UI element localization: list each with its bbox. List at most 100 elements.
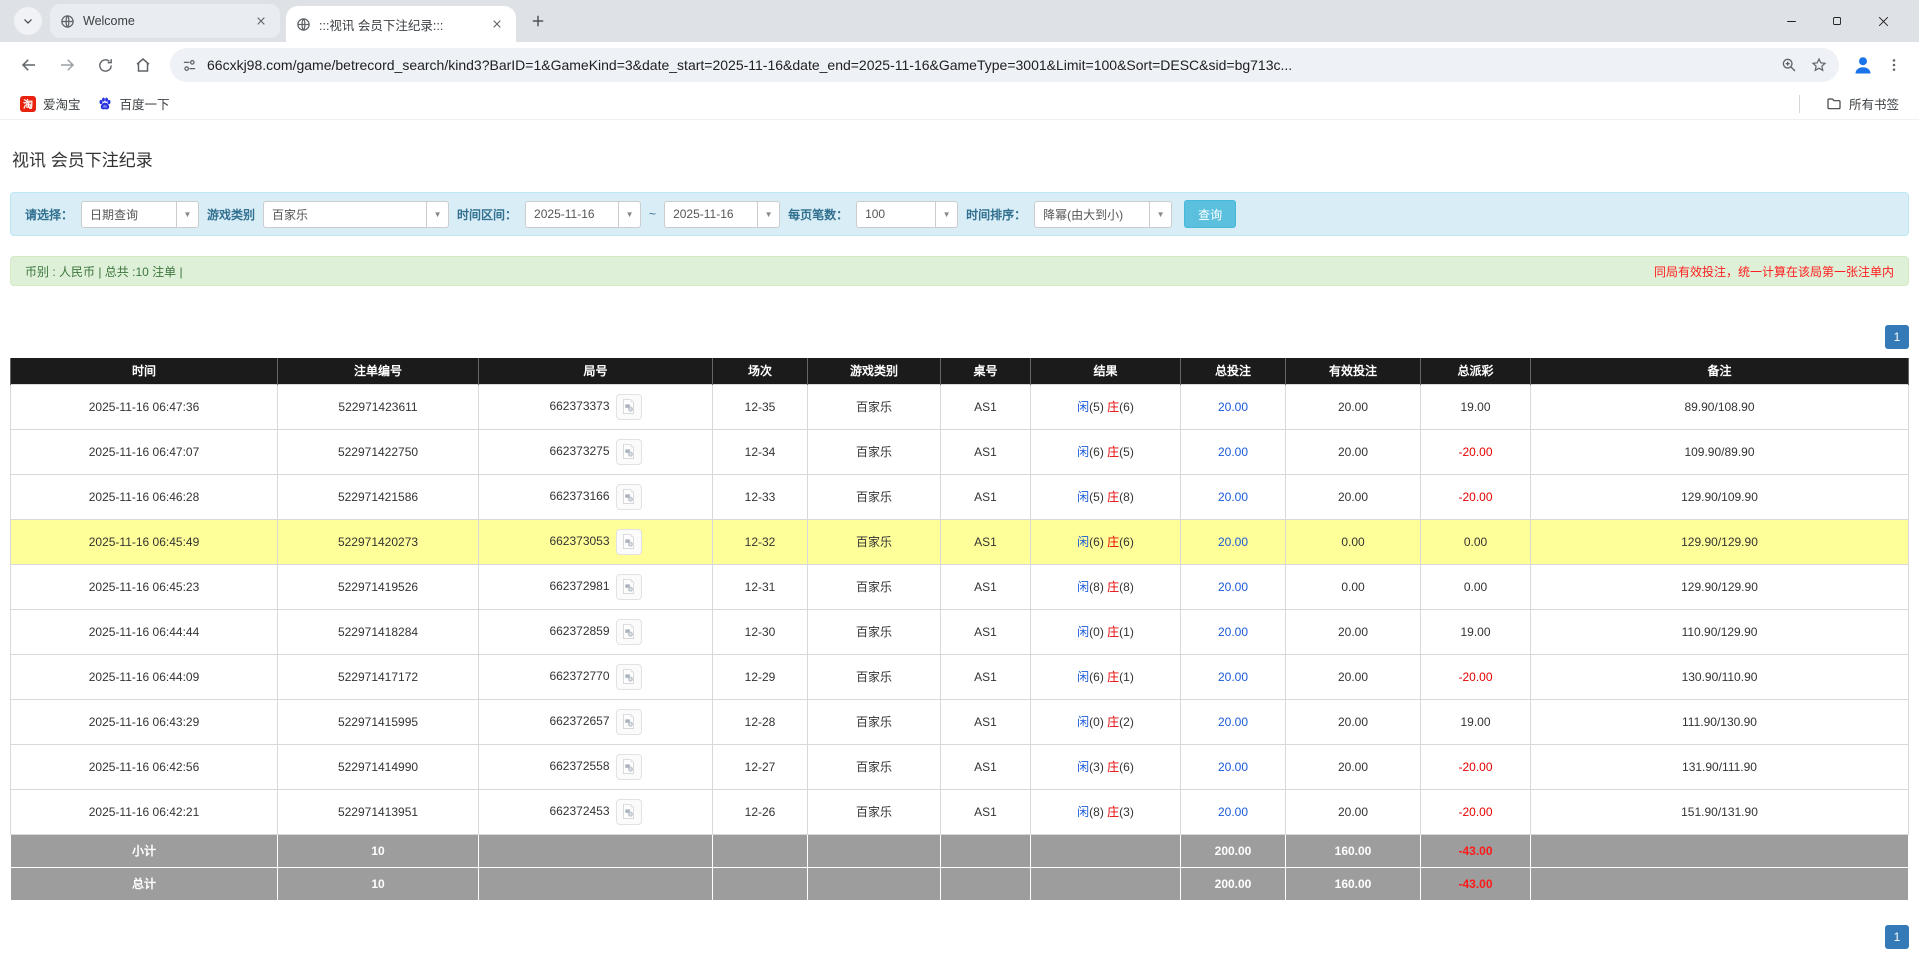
cell-payout: 19.00 <box>1421 384 1531 429</box>
cell-table-no: AS1 <box>941 429 1031 474</box>
browser-menu-button[interactable] <box>1879 50 1909 80</box>
close-window-button[interactable] <box>1869 7 1897 35</box>
cell-table-no: AS1 <box>941 384 1031 429</box>
zoom-icon[interactable] <box>1781 57 1797 73</box>
profile-avatar[interactable] <box>1847 49 1879 81</box>
total-count: 10 <box>278 867 479 900</box>
bookmark-aitaobao[interactable]: 淘 爱淘宝 <box>12 90 89 117</box>
date-end-select[interactable]: 2025-11-16 ▼ <box>664 201 780 228</box>
tab-close-icon[interactable] <box>488 15 506 33</box>
pagination-page-1-top[interactable]: 1 <box>1885 325 1909 349</box>
table-row[interactable]: 2025-11-16 06:47:36522971423611662373373… <box>11 384 1909 429</box>
cell-total-bet[interactable]: 20.00 <box>1181 384 1286 429</box>
table-row[interactable]: 2025-11-16 06:47:07522971422750662373275… <box>11 429 1909 474</box>
pagination-page-1-bottom[interactable]: 1 <box>1885 925 1909 949</box>
date-start-select[interactable]: 2025-11-16 ▼ <box>525 201 641 228</box>
video-replay-icon[interactable] <box>616 574 642 600</box>
cell-total-bet[interactable]: 20.00 <box>1181 789 1286 834</box>
cell-payout: 0.00 <box>1421 564 1531 609</box>
cell-note: 131.90/111.90 <box>1531 744 1909 789</box>
column-header: 总投注 <box>1181 358 1286 384</box>
cell-total-bet[interactable]: 20.00 <box>1181 519 1286 564</box>
column-header: 桌号 <box>941 358 1031 384</box>
table-row[interactable]: 2025-11-16 06:46:28522971421586662373166… <box>11 474 1909 519</box>
chevron-down-icon: ▼ <box>1149 202 1171 227</box>
cell-round-id: 662372657 <box>479 699 713 744</box>
video-replay-icon[interactable] <box>616 529 642 555</box>
video-replay-icon[interactable] <box>616 799 642 825</box>
bookmark-star-icon[interactable] <box>1811 57 1827 73</box>
table-row[interactable]: 2025-11-16 06:45:49522971420273662373053… <box>11 519 1909 564</box>
cell-result: 闲(0) 庄(1) <box>1031 609 1181 654</box>
all-bookmarks-button[interactable]: 所有书签 <box>1818 90 1907 117</box>
table-row[interactable]: 2025-11-16 06:45:23522971419526662372981… <box>11 564 1909 609</box>
game-type-select[interactable]: 百家乐 ▼ <box>263 201 449 228</box>
tab-close-icon[interactable] <box>252 12 270 30</box>
forward-button[interactable] <box>51 49 83 81</box>
video-replay-icon[interactable] <box>616 619 642 645</box>
bookmarks-bar: 淘 爱淘宝 du 百度一下 所有书签 <box>0 88 1919 120</box>
cell-round-id: 662372453 <box>479 789 713 834</box>
cell-total-bet[interactable]: 20.00 <box>1181 654 1286 699</box>
total-bet-sum: 200.00 <box>1181 834 1286 867</box>
cell-table-no: AS1 <box>941 744 1031 789</box>
minimize-button[interactable] <box>1777 7 1805 35</box>
tilde-separator: ~ <box>649 207 656 221</box>
table-row[interactable]: 2025-11-16 06:43:29522971415995662372657… <box>11 699 1909 744</box>
home-button[interactable] <box>127 49 159 81</box>
select-type-label: 请选择： <box>25 206 73 223</box>
globe-favicon-icon <box>60 14 75 29</box>
cell-session: 12-29 <box>713 654 808 699</box>
cell-game-type: 百家乐 <box>808 699 941 744</box>
chevron-down-icon: ▼ <box>176 202 198 227</box>
table-row[interactable]: 2025-11-16 06:42:56522971414990662372558… <box>11 744 1909 789</box>
video-replay-icon[interactable] <box>616 664 642 690</box>
tab-welcome[interactable]: Welcome <box>50 4 280 38</box>
address-bar[interactable]: 66cxkj98.com/game/betrecord_search/kind3… <box>170 48 1839 82</box>
cell-round-id: 662372770 <box>479 654 713 699</box>
cell-total-bet[interactable]: 20.00 <box>1181 474 1286 519</box>
cell-note: 129.90/129.90 <box>1531 564 1909 609</box>
video-replay-icon[interactable] <box>616 754 642 780</box>
table-row[interactable]: 2025-11-16 06:44:44522971418284662372859… <box>11 609 1909 654</box>
bookmark-baidu[interactable]: du 百度一下 <box>89 90 178 117</box>
tab-bet-records[interactable]: :::视讯 会员下注纪录::: <box>286 6 516 42</box>
cell-total-bet[interactable]: 20.00 <box>1181 429 1286 474</box>
summary-info-bar: 币别 : 人民币 | 总共 :10 注单 | 同局有效投注，统一计算在该局第一张… <box>10 256 1909 286</box>
divider <box>1799 95 1800 113</box>
query-type-select[interactable]: 日期查询 ▼ <box>81 201 199 228</box>
url-text[interactable]: 66cxkj98.com/game/betrecord_search/kind3… <box>207 57 1767 73</box>
cell-total-bet[interactable]: 20.00 <box>1181 699 1286 744</box>
bet-records-table: 时间注单编号局号场次游戏类别桌号结果总投注有效投注总派彩备注 2025-11-1… <box>10 358 1909 901</box>
cell-total-bet[interactable]: 20.00 <box>1181 609 1286 654</box>
table-row[interactable]: 2025-11-16 06:42:21522971413951662372453… <box>11 789 1909 834</box>
maximize-button[interactable] <box>1823 7 1851 35</box>
site-info-icon[interactable] <box>182 58 197 73</box>
reload-button[interactable] <box>89 49 121 81</box>
cell-payout: -20.00 <box>1421 789 1531 834</box>
video-replay-icon[interactable] <box>616 439 642 465</box>
cell-payout: -20.00 <box>1421 654 1531 699</box>
tab-search-button[interactable] <box>14 7 42 35</box>
sort-order-select[interactable]: 降幂(由大到小) ▼ <box>1034 201 1172 228</box>
cell-total-bet[interactable]: 20.00 <box>1181 564 1286 609</box>
cell-valid-bet: 20.00 <box>1286 789 1421 834</box>
search-button[interactable]: 查询 <box>1184 200 1236 228</box>
back-button[interactable] <box>13 49 45 81</box>
video-replay-icon[interactable] <box>616 394 642 420</box>
new-tab-button[interactable] <box>524 7 552 35</box>
video-replay-icon[interactable] <box>616 709 642 735</box>
total-row: 小计10200.00160.00-43.00 <box>11 834 1909 867</box>
chevron-down-icon: ▼ <box>757 202 779 227</box>
page-size-select[interactable]: 100 ▼ <box>856 201 958 228</box>
cell-round-id: 662373053 <box>479 519 713 564</box>
table-row[interactable]: 2025-11-16 06:44:09522971417172662372770… <box>11 654 1909 699</box>
three-dots-icon <box>1886 57 1902 73</box>
video-replay-icon[interactable] <box>616 484 642 510</box>
cell-bet-id: 522971413951 <box>278 789 479 834</box>
cell-table-no: AS1 <box>941 654 1031 699</box>
cell-total-bet[interactable]: 20.00 <box>1181 744 1286 789</box>
column-header: 结果 <box>1031 358 1181 384</box>
cell-session: 12-32 <box>713 519 808 564</box>
cell-valid-bet: 20.00 <box>1286 384 1421 429</box>
